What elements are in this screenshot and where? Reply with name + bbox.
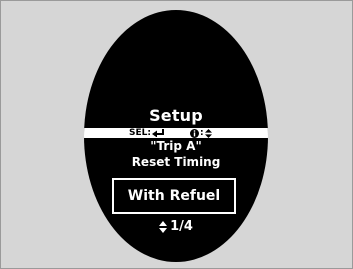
page-indicator: 1/4 [84, 219, 268, 235]
screenshot-frame: Setup SEL: : "Trip A" Reset Timing With … [0, 0, 353, 269]
info-colon: : [200, 128, 204, 138]
scroll-arrows-icon [159, 221, 168, 233]
sel-label: SEL: [129, 128, 151, 138]
page-number: 1/4 [170, 219, 193, 234]
info-hint: : [190, 128, 212, 138]
info-icon [190, 128, 199, 138]
select-hint: SEL: [129, 128, 165, 138]
selection-hint-bar: SEL: : [84, 128, 268, 138]
up-down-arrows-icon [204, 128, 212, 138]
setting-item-name: "Trip A" [150, 139, 202, 153]
enter-arrow-icon [151, 129, 164, 137]
selected-option-button[interactable]: With Refuel [112, 178, 236, 214]
menu-title: Setup [149, 106, 203, 125]
setting-item-subtitle: Reset Timing [131, 155, 221, 169]
instrument-display: Setup SEL: : "Trip A" Reset Timing With … [84, 10, 268, 262]
